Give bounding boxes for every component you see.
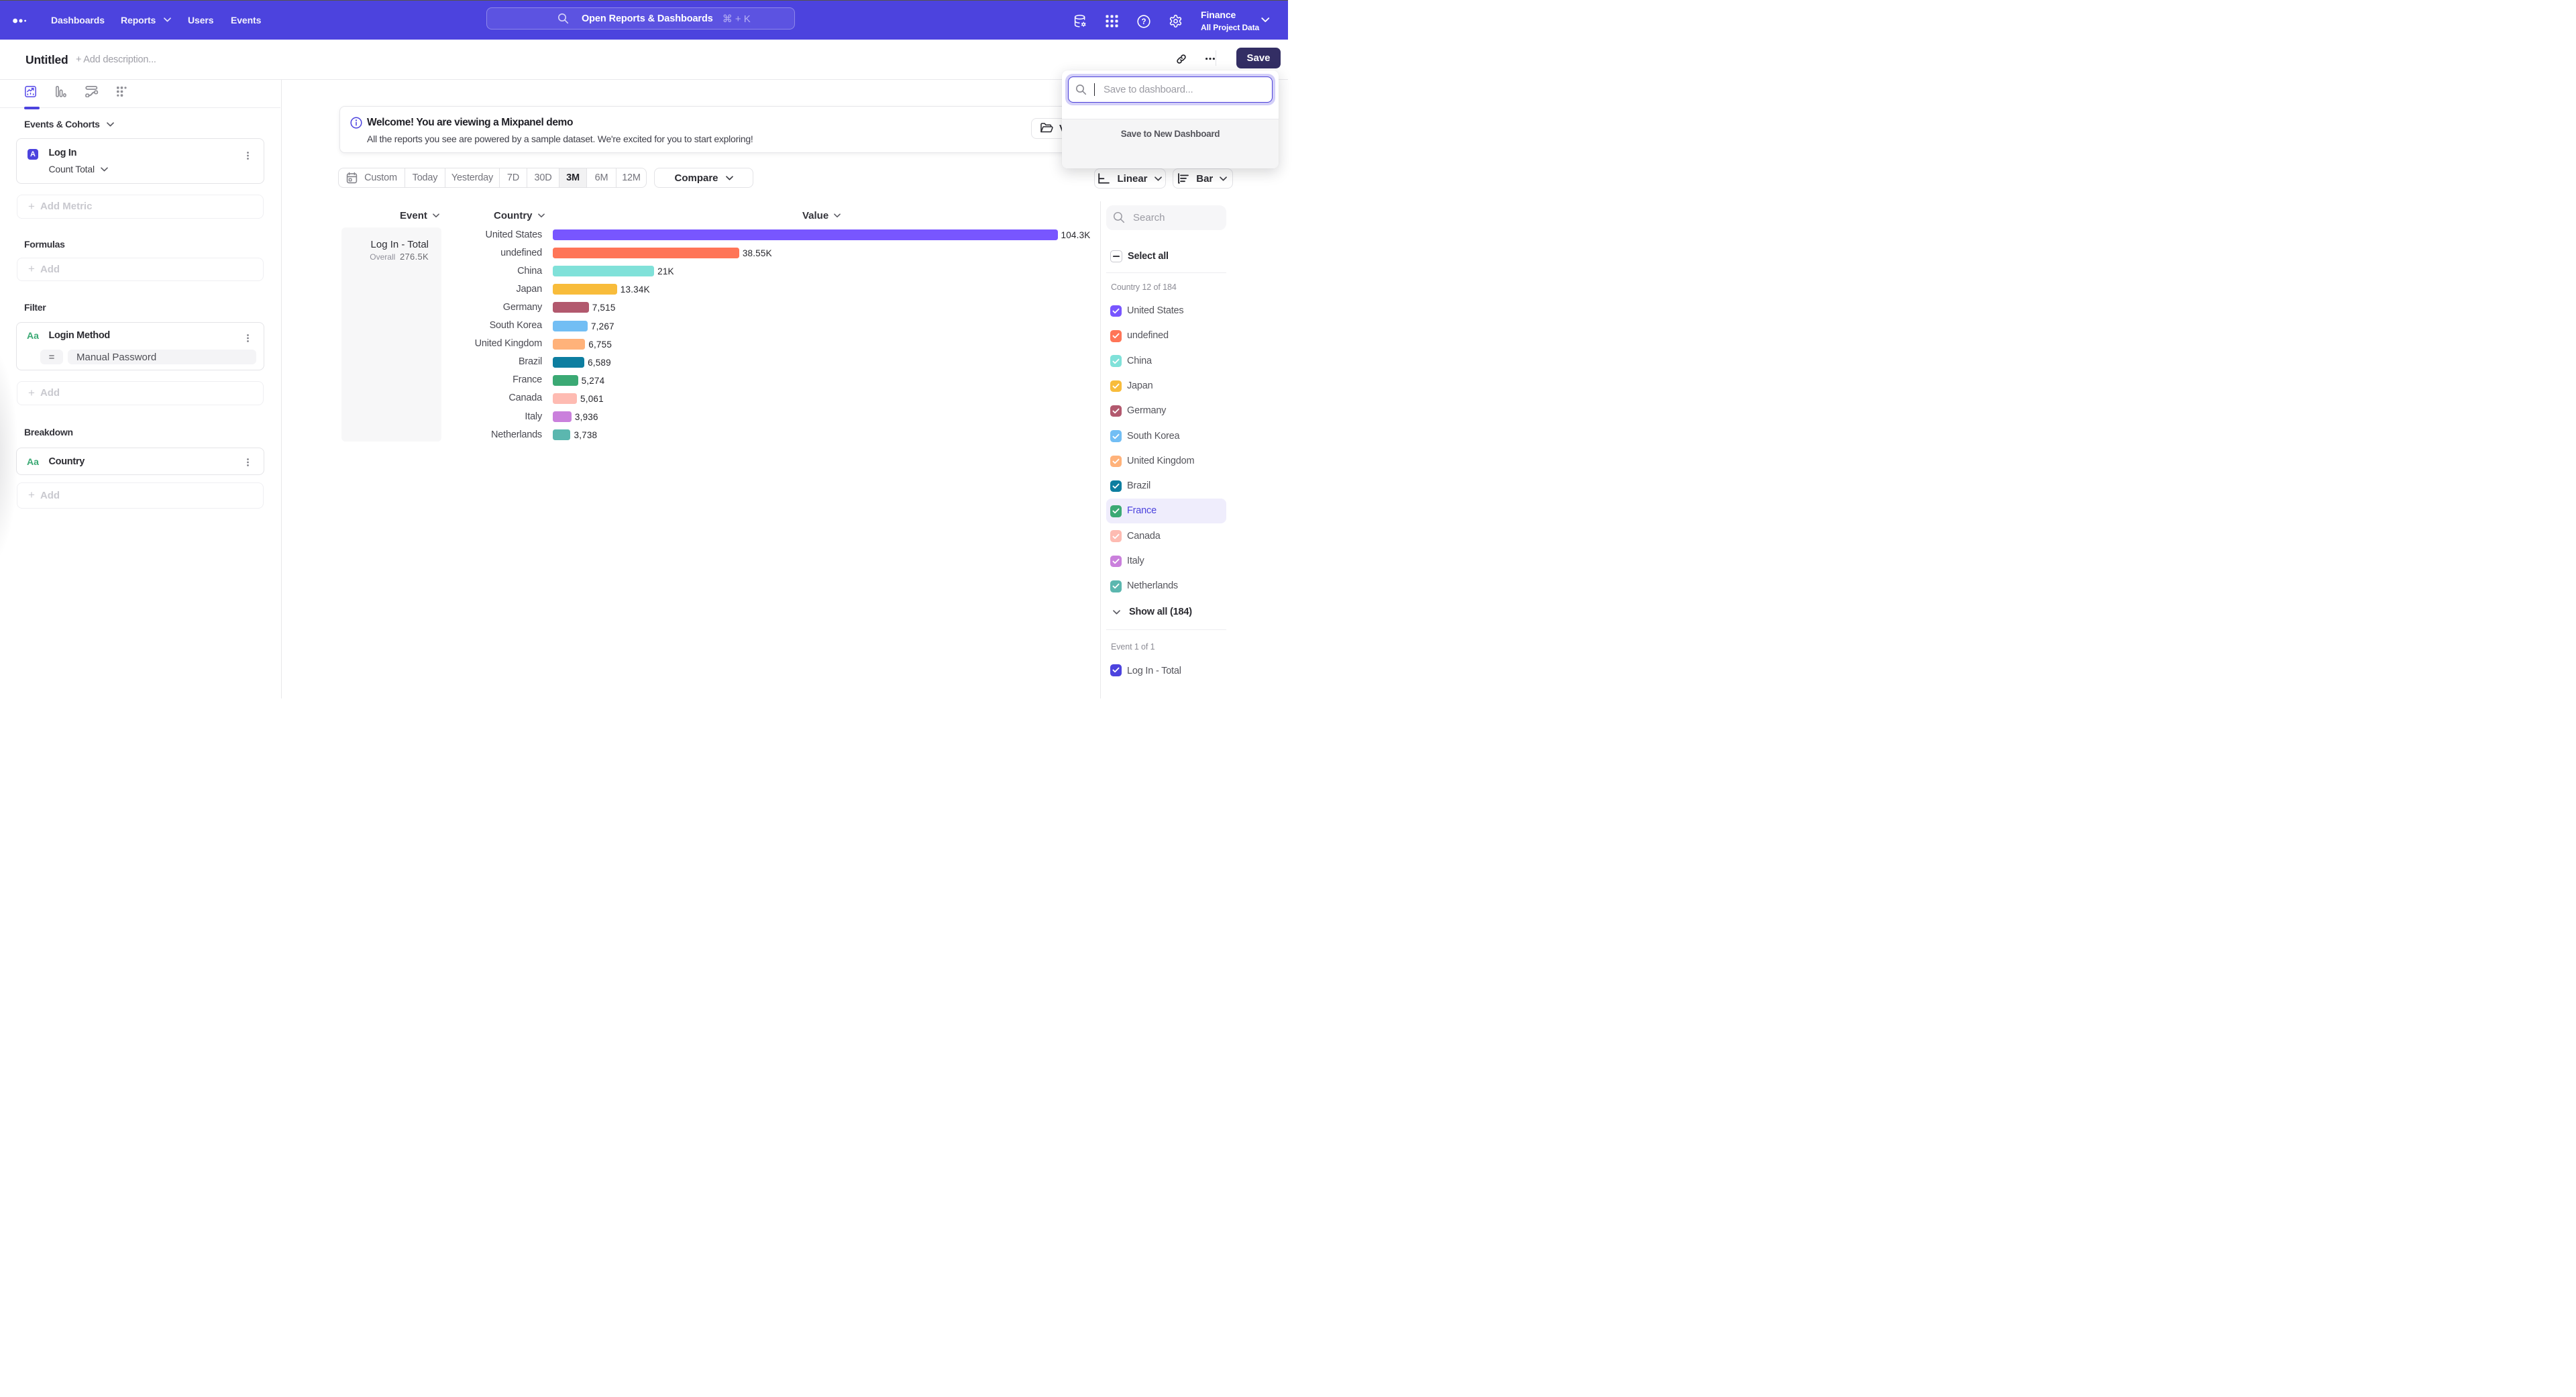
svg-text:?: ?	[1141, 18, 1146, 26]
